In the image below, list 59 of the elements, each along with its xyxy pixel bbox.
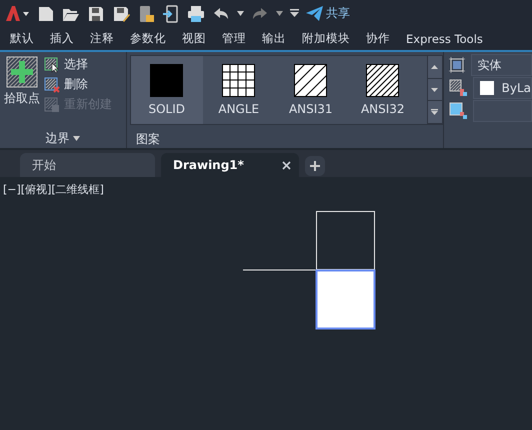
hatch-add-icon	[6, 56, 38, 88]
solid-hatch-fill[interactable]	[316, 270, 376, 330]
expand-gallery-button[interactable]	[428, 101, 442, 124]
hatch-pattern-icon	[294, 64, 328, 97]
ribbon-tab[interactable]: 管理	[212, 31, 252, 46]
close-icon[interactable]	[282, 160, 291, 170]
hatch-tool-button[interactable]: 删除	[44, 76, 112, 93]
phone-import-icon[interactable]	[162, 4, 180, 22]
app-logo-icon[interactable]	[4, 4, 30, 22]
panel-title: 边界	[45, 130, 70, 147]
save-as-icon[interactable]	[112, 4, 130, 22]
new-tab-button[interactable]	[305, 156, 325, 176]
hatch-recreate-icon	[44, 96, 60, 112]
ribbon-tab[interactable]: 默认	[0, 31, 40, 46]
ribbon-tab[interactable]: 插入	[40, 31, 80, 46]
caret-icon[interactable]	[237, 11, 244, 16]
document-tab[interactable]: 开始	[20, 153, 155, 177]
paper-plane-icon	[306, 6, 323, 21]
expand-icon	[431, 109, 438, 116]
pick-points-button[interactable]: 拾取点	[4, 56, 40, 130]
viewport-label: [−][俯视][二维线框]	[3, 182, 104, 197]
ribbon-tab[interactable]: 注释	[80, 31, 120, 46]
phone-folder-icon[interactable]	[137, 4, 155, 22]
share-button[interactable]: 共享	[306, 5, 350, 22]
hatch-delete-icon	[44, 76, 60, 92]
caret-icon[interactable]	[276, 11, 283, 16]
save-icon[interactable]	[87, 4, 105, 22]
hatch-color-dropdown[interactable]: ByLa	[472, 77, 532, 99]
document-tab[interactable]: Drawing1*	[161, 153, 299, 177]
scroll-up-button[interactable]	[428, 56, 442, 79]
hatch-pattern-icon	[366, 64, 400, 97]
hatch-type-icon	[448, 57, 465, 73]
up-arrow-icon	[431, 64, 438, 69]
hatch-type-dropdown[interactable]: 实体	[470, 54, 532, 76]
print-icon[interactable]	[187, 4, 205, 22]
hatch-tool-button[interactable]: 选择	[44, 56, 112, 73]
scroll-down-button[interactable]	[428, 78, 442, 102]
ribbon-tab[interactable]: 协作	[356, 31, 396, 46]
pattern-option[interactable]: ANSI32	[346, 56, 419, 124]
dropdown-caret-icon[interactable]	[73, 136, 80, 141]
ribbon-tab[interactable]: 附加模块	[292, 31, 356, 46]
ribbon-tab[interactable]: 参数化	[120, 31, 172, 46]
pattern-option[interactable]: ANSI31	[274, 56, 347, 124]
hatch-select-icon	[44, 56, 60, 72]
ribbon-tab[interactable]: 输出	[252, 31, 292, 46]
pattern-option[interactable]: SOLID	[130, 56, 203, 124]
background-color-icon	[448, 102, 467, 120]
ribbon-tab[interactable]: Express Tools	[396, 32, 489, 46]
hatch-pattern-icon	[150, 64, 184, 97]
hatch-color-icon	[448, 79, 467, 97]
down-arrow-icon	[431, 88, 438, 92]
plus-icon	[310, 161, 320, 171]
customize-menu-icon[interactable]	[290, 9, 299, 18]
panel-title: 图案	[136, 131, 160, 148]
hatch-pattern-icon	[222, 64, 256, 97]
new-file-icon[interactable]	[37, 4, 55, 22]
rectangle-outline	[316, 211, 375, 270]
pattern-option[interactable]: ANGLE	[202, 56, 275, 124]
ribbon-tab[interactable]: 视图	[172, 31, 212, 46]
